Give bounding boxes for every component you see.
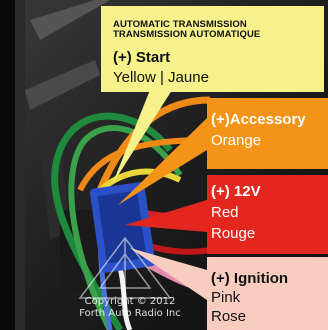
wiring-photo-panel: AUTOMATIC TRANSMISSION TRANSMISSION AUTO…: [0, 0, 328, 330]
ignition-color-fr: Rose: [211, 308, 247, 325]
accessory-color: Orange: [211, 132, 262, 149]
start-title: (+) Start: [113, 49, 171, 66]
header-line-2: TRANSMISSION AUTOMATIQUE: [113, 29, 261, 40]
accessory-title: (+)Accessory: [211, 111, 306, 128]
start-callout: AUTOMATIC TRANSMISSION TRANSMISSION AUTO…: [101, 6, 324, 92]
company-line: Forth Auto Radio Inc: [79, 308, 181, 319]
power-color-fr: Rouge: [211, 225, 256, 242]
power-color-en: Red: [211, 204, 239, 221]
power-title: (+) 12V: [211, 183, 261, 200]
copyright-line: Copyright © 2012: [84, 296, 176, 307]
start-color: Yellow | Jaune: [113, 69, 209, 86]
ignition-callout: (+) Ignition Pink Rose: [207, 257, 328, 330]
power-12v-callout: (+) 12V Red Rouge: [207, 175, 328, 254]
ignition-title: (+) Ignition: [211, 270, 289, 287]
accessory-callout: (+)Accessory Orange: [207, 98, 328, 169]
ignition-color-en: Pink: [211, 289, 241, 306]
